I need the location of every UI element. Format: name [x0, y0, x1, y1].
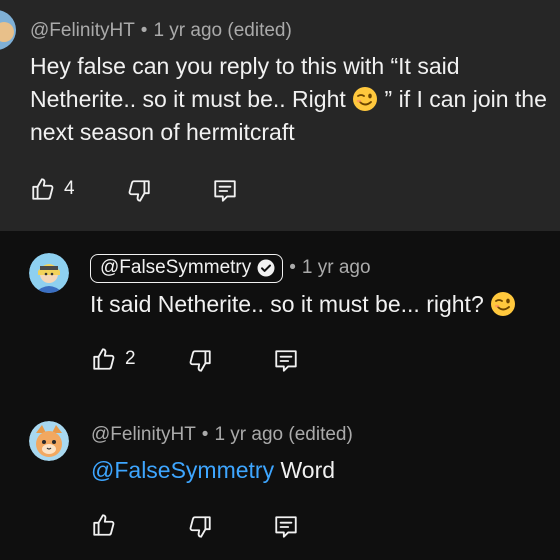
comment-actions: 4: [30, 176, 330, 206]
dislike-button[interactable]: [126, 178, 152, 204]
avatar[interactable]: [0, 10, 16, 50]
reply-author: @FalseSymmetry: [100, 257, 252, 278]
verified-author-badge[interactable]: @FalseSymmetry: [90, 254, 284, 283]
reply-button[interactable]: [273, 348, 299, 374]
winking-face-icon: [491, 292, 516, 316]
thumbs-down-icon: [189, 350, 211, 372]
like-button[interactable]: 4: [30, 176, 75, 202]
thumbs-up-icon: [93, 348, 115, 370]
thumbs-up-icon: [93, 514, 115, 536]
reply-meta: @FelinityHT • 1 yr ago (edited): [91, 424, 353, 446]
dislike-button[interactable]: [187, 348, 213, 374]
comment-time: 1 yr ago (edited): [153, 20, 292, 41]
like-button[interactable]: 2: [91, 346, 136, 372]
highlighted-comment: @FelinityHT • 1 yr ago (edited) Hey false …: [0, 0, 560, 231]
avatar[interactable]: [29, 253, 69, 293]
reply-text-content: It said Netherite.. so it must be... rig…: [90, 291, 484, 317]
like-count: 2: [125, 348, 136, 369]
reply-time: 1 yr ago: [301, 257, 371, 278]
reply-author[interactable]: @FelinityHT: [91, 424, 196, 445]
like-count: 4: [64, 178, 75, 199]
reply-time: 1 yr ago (edited): [214, 424, 353, 445]
reply-button[interactable]: [212, 178, 238, 204]
separator: •: [140, 20, 148, 41]
like-button[interactable]: [91, 512, 117, 538]
separator: •: [201, 424, 209, 445]
separator: •: [289, 257, 296, 278]
reply-actions: 2: [91, 346, 391, 376]
reply-text: It said Netherite.. so it must be... rig…: [90, 288, 560, 321]
dislike-button[interactable]: [187, 514, 213, 540]
comment-meta: @FelinityHT • 1 yr ago (edited): [30, 20, 292, 42]
mention-link[interactable]: @FalseSymmetry: [91, 457, 274, 483]
winking-face-icon: [353, 87, 378, 111]
reply-text: @FalseSymmetry Word: [91, 454, 551, 487]
reply-button[interactable]: [273, 514, 299, 540]
reply-icon: [214, 180, 236, 202]
thumbs-up-icon: [32, 178, 54, 200]
thumbs-down-icon: [128, 180, 150, 202]
verified-check-icon: [257, 259, 275, 277]
comment-author[interactable]: @FelinityHT: [30, 20, 135, 41]
thumbs-down-icon: [189, 516, 211, 538]
reply-icon: [275, 516, 297, 538]
reply-meta: @FalseSymmetry • 1 yr ago: [90, 254, 371, 283]
reply-icon: [275, 350, 297, 372]
comment-text: Hey false can you reply to this with “It…: [30, 50, 555, 149]
reply-actions: [91, 512, 391, 542]
reply-text-content: Word: [280, 457, 336, 483]
avatar[interactable]: [29, 421, 69, 461]
